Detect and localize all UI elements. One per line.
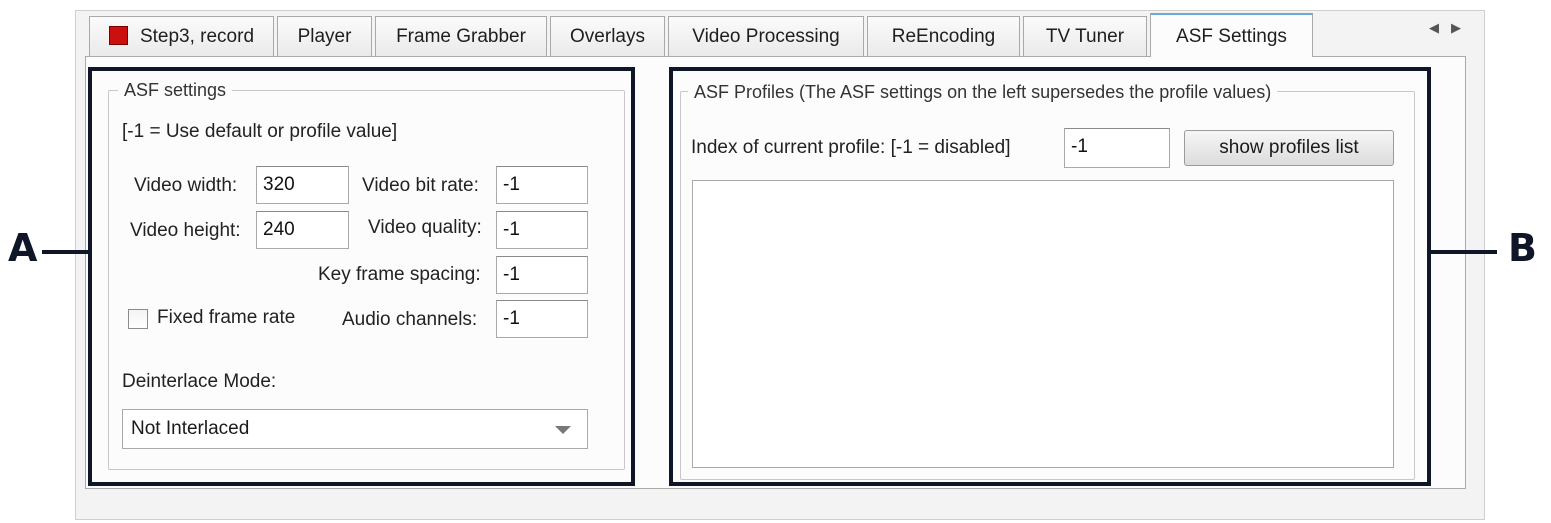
callout-leader-a — [42, 250, 88, 254]
tab-label: ASF Settings — [1176, 26, 1287, 47]
callout-box-b — [669, 67, 1431, 486]
tab-label: Frame Grabber — [396, 26, 526, 47]
tab-player[interactable]: Player — [277, 16, 372, 56]
tab-label: ReEncoding — [891, 26, 996, 47]
callout-label-a: A — [8, 226, 38, 270]
tab-scroll-right-icon[interactable]: ▶ — [1451, 20, 1473, 35]
tab-reencoding[interactable]: ReEncoding — [867, 16, 1020, 56]
tab-overlays[interactable]: Overlays — [550, 16, 665, 56]
tab-scroll-left-icon[interactable]: ◀ — [1429, 20, 1451, 35]
tab-scroll-arrows[interactable]: ◀▶ — [1429, 20, 1473, 36]
tab-label: Step3, record — [139, 26, 255, 47]
tab-tv-tuner[interactable]: TV Tuner — [1023, 16, 1147, 56]
tab-step3-record[interactable]: Step3, record — [89, 16, 274, 56]
callout-label-b: B — [1508, 226, 1537, 270]
callout-box-a — [88, 67, 635, 486]
tab-label: Overlays — [570, 26, 645, 47]
record-icon — [108, 25, 128, 45]
tab-asf-settings[interactable]: ASF Settings — [1150, 13, 1313, 57]
tab-label: Video Processing — [692, 26, 840, 47]
callout-leader-b — [1431, 250, 1497, 254]
tab-label: TV Tuner — [1045, 26, 1125, 47]
tab-label: Player — [297, 26, 352, 47]
tab-frame-grabber[interactable]: Frame Grabber — [375, 16, 547, 56]
tab-video-processing[interactable]: Video Processing — [668, 16, 864, 56]
